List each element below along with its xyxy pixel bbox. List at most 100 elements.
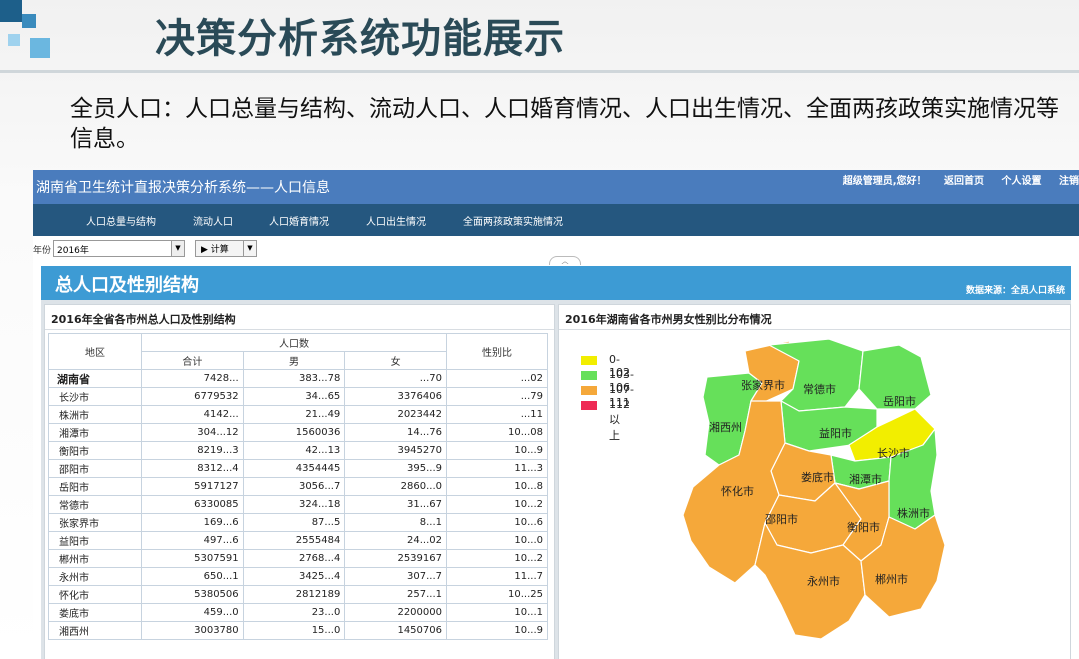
app-title: 湖南省卫生统计直报决策分析系统——人口信息 <box>36 180 330 196</box>
nav-two-child-policy[interactable]: 全面两孩政策实施情况 <box>463 213 563 228</box>
female-cell: 257...1 <box>344 585 447 604</box>
sex-ratio-cell: 11...7 <box>446 567 548 586</box>
sex-ratio-cell: ...79 <box>446 387 548 406</box>
header-male: 男 <box>242 351 346 370</box>
nav-floating-population[interactable]: 流动人口 <box>193 213 233 228</box>
population-table: 地区 人口数 性别比 合计 男 女 湖南省 7428... 383...78 ...7… <box>48 333 548 640</box>
logout-link[interactable]: 注销 <box>1059 176 1079 187</box>
legend-swatch <box>581 386 597 395</box>
header-population: 人口数 <box>141 333 447 352</box>
region-cell: 湖南省 <box>48 369 142 388</box>
header-total: 合计 <box>141 351 244 370</box>
total-cell: 650...1 <box>141 567 244 586</box>
nav-marriage[interactable]: 人口婚育情况 <box>269 213 329 228</box>
label-xiangtan: 湘潭市 <box>849 472 882 486</box>
label-chenzhou: 郴州市 <box>875 572 908 586</box>
label-yiyang: 益阳市 <box>819 426 852 440</box>
home-link[interactable]: 返回首页 <box>944 176 984 187</box>
chevron-down-icon[interactable]: ▼ <box>243 241 256 256</box>
table-row: 郴州市 5307591 2768...4 2539167 10...2 <box>48 549 548 568</box>
nav-births[interactable]: 人口出生情况 <box>366 213 426 228</box>
slide-logo-square <box>22 14 36 28</box>
header-female: 女 <box>344 351 447 370</box>
panel-header: 总人口及性别结构 数据来源：全员人口系统 <box>41 266 1071 300</box>
total-cell: 6330085 <box>141 495 244 514</box>
region-cell: 永州市 <box>48 567 142 586</box>
sex-ratio-cell: 10...0 <box>446 531 548 550</box>
female-cell: 3945270 <box>344 441 447 460</box>
chevron-down-icon[interactable]: ▼ <box>171 241 184 256</box>
total-cell: 7428... <box>141 369 244 388</box>
card-divider <box>45 329 554 330</box>
label-xiangxi: 湘西州 <box>709 420 742 434</box>
total-cell: 6779532 <box>141 387 244 406</box>
collapse-toggle[interactable]: ︿ <box>549 256 581 265</box>
header-region: 地区 <box>48 333 142 370</box>
region-cell: 岳阳市 <box>48 477 142 496</box>
sex-ratio-cell: 11...3 <box>446 459 548 478</box>
sex-ratio-cell: 10...9 <box>446 441 548 460</box>
hunan-map: 张家界市 常德市 岳阳市 湘西州 益阳市 长沙市 怀化市 娄底市 湘潭市 株洲市… <box>682 338 946 640</box>
female-cell: 1450706 <box>344 621 447 640</box>
total-cell: 8312...4 <box>141 459 244 478</box>
total-cell: 169...6 <box>141 513 244 532</box>
table-row: 永州市 650...1 3425...4 307...7 11...7 <box>48 567 548 586</box>
male-cell: 87...5 <box>242 513 346 532</box>
female-cell: 14...76 <box>344 423 447 442</box>
table-row: 长沙市 6779532 34...65 3376406 ...79 <box>48 387 548 406</box>
calculate-label: ▶ 计算 <box>201 245 229 255</box>
table-row: 湘西州 3003780 15...0 1450706 10...9 <box>48 621 548 640</box>
legend-label: 112以上 <box>609 398 630 442</box>
table-title: 2016年全省各市州总人口及性别结构 <box>51 313 236 326</box>
female-cell: 8...1 <box>344 513 447 532</box>
slide-description: 全员人口：人口总量与结构、流动人口、人口婚育情况、人口出生情况、全面两孩政策实施… <box>70 96 1059 152</box>
female-cell: 31...67 <box>344 495 447 514</box>
sex-ratio-cell: ...11 <box>446 405 548 424</box>
slide-logo-square <box>0 0 22 22</box>
table-row: 邵阳市 8312...4 4354445 395...9 11...3 <box>48 459 548 478</box>
settings-link[interactable]: 个人设置 <box>1002 176 1042 187</box>
region-cell: 郴州市 <box>48 549 142 568</box>
table-row: 湘潭市 304...12 1560036 14...76 10...08 <box>48 423 548 442</box>
main-nav: 人口总量与结构 流动人口 人口婚育情况 人口出生情况 全面两孩政策实施情况 <box>33 204 1079 236</box>
slide-title: 决策分析系统功能展示 <box>155 16 565 62</box>
label-zhangjiajie: 张家界市 <box>741 378 785 392</box>
table-row: 湖南省 7428... 383...78 ...70 ...02 <box>48 369 548 388</box>
app-header: 湖南省卫生统计直报决策分析系统——人口信息 超级管理员,您好！ 返回首页 个人设… <box>33 170 1079 204</box>
legend-swatch <box>581 356 597 365</box>
male-cell: 1560036 <box>242 423 346 442</box>
female-cell: 2539167 <box>344 549 447 568</box>
table-row: 娄底市 459...0 23...0 2200000 10...1 <box>48 603 548 622</box>
male-cell: 2555484 <box>242 531 346 550</box>
female-cell: 2023442 <box>344 405 447 424</box>
total-cell: 5917127 <box>141 477 244 496</box>
table-row: 张家界市 169...6 87...5 8...1 10...6 <box>48 513 548 532</box>
male-cell: 42...13 <box>242 441 346 460</box>
table-row: 怀化市 5380506 2812189 257...1 10...25 <box>48 585 548 604</box>
region-cell: 长沙市 <box>48 387 142 406</box>
region-cell: 怀化市 <box>48 585 142 604</box>
label-zhuzhou: 株洲市 <box>897 506 930 520</box>
label-changsha: 长沙市 <box>877 446 910 460</box>
female-cell: 307...7 <box>344 567 447 586</box>
sex-ratio-map-card: 2016年湖南省各市州男女性别比分布情况 张家界市 常德市 岳阳市 湘西州 益阳… <box>558 304 1071 659</box>
male-cell: 2812189 <box>242 585 346 604</box>
total-cell: 8219...3 <box>141 441 244 460</box>
female-cell: 2860...0 <box>344 477 447 496</box>
table-row: 衡阳市 8219...3 42...13 3945270 10...9 <box>48 441 548 460</box>
sex-ratio-cell: 10...9 <box>446 621 548 640</box>
region-cell: 湘潭市 <box>48 423 142 442</box>
table-row: 株洲市 4142... 21...49 2023442 ...11 <box>48 405 548 424</box>
nav-population-structure[interactable]: 人口总量与结构 <box>86 213 156 228</box>
female-cell: 24...02 <box>344 531 447 550</box>
app-screenshot: 湖南省卫生统计直报决策分析系统——人口信息 超级管理员,您好！ 返回首页 个人设… <box>33 170 1079 659</box>
year-select[interactable]: 2016年 ▼ <box>53 240 185 257</box>
label-loudi: 娄底市 <box>801 470 834 484</box>
table-row: 常德市 6330085 324...18 31...67 10...2 <box>48 495 548 514</box>
calculate-button[interactable]: ▶ 计算 ▼ <box>195 240 257 257</box>
sex-ratio-cell: 10...2 <box>446 495 548 514</box>
label-changde: 常德市 <box>803 382 836 396</box>
male-cell: 23...0 <box>242 603 346 622</box>
total-cell: 5380506 <box>141 585 244 604</box>
total-cell: 497...6 <box>141 531 244 550</box>
